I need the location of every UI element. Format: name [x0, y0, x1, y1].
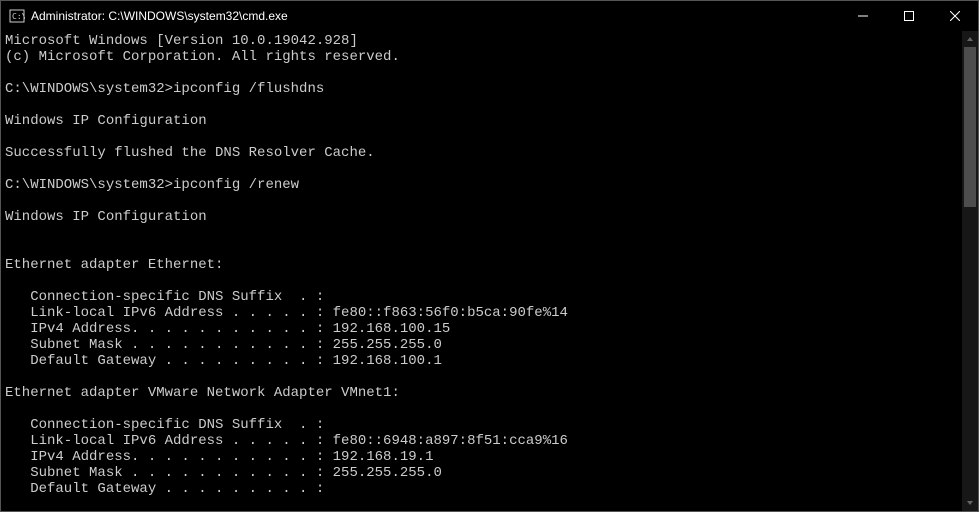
scroll-down-button[interactable] — [962, 495, 978, 511]
terminal-area[interactable]: Microsoft Windows [Version 10.0.19042.92… — [1, 31, 978, 511]
minimize-button[interactable] — [840, 1, 886, 31]
scrollbar-thumb[interactable] — [964, 47, 976, 207]
maximize-button[interactable] — [886, 1, 932, 31]
terminal-output: Microsoft Windows [Version 10.0.19042.92… — [1, 31, 978, 499]
window-title: Administrator: C:\WINDOWS\system32\cmd.e… — [31, 9, 840, 23]
scroll-up-button[interactable] — [962, 31, 978, 47]
svg-text:C:\: C:\ — [12, 12, 25, 21]
titlebar[interactable]: C:\ Administrator: C:\WINDOWS\system32\c… — [1, 1, 978, 31]
cmd-icon: C:\ — [9, 8, 25, 24]
scrollbar[interactable] — [962, 31, 978, 511]
close-button[interactable] — [932, 1, 978, 31]
window-controls — [840, 1, 978, 31]
